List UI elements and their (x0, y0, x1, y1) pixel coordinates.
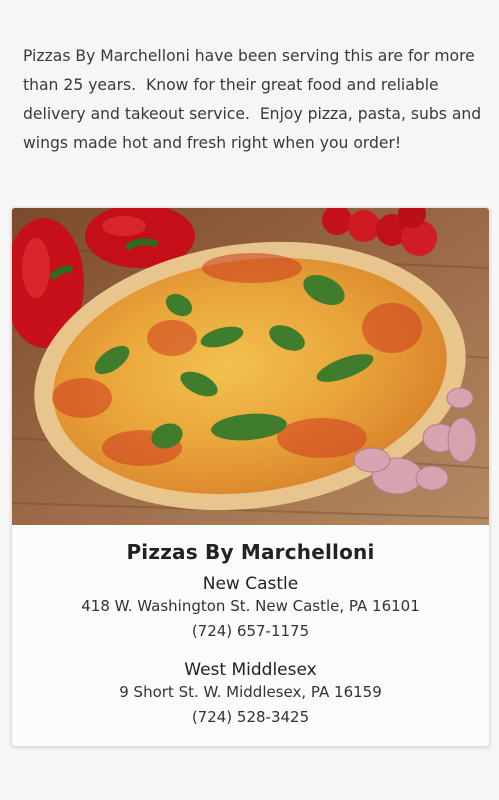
location-phone-new-castle[interactable]: (724) 657-1175 (12, 619, 489, 644)
restaurant-card: Pizzas By Marchelloni New Castle 418 W. … (11, 207, 490, 747)
restaurant-name: Pizzas By Marchelloni (126, 540, 375, 564)
location-address-new-castle: 418 W. Washington St. New Castle, PA 161… (81, 597, 420, 615)
location-name-new-castle: New Castle (202, 574, 299, 594)
location-phone-west-middlesex[interactable]: (724) 528-3425 (12, 705, 489, 730)
pizza-photo (12, 208, 489, 525)
intro-paragraph: Pizzas By Marchelloni have been serving … (23, 47, 487, 152)
location-address-west-middlesex: 9 Short St. W. Middlesex, PA 16159 (119, 683, 382, 701)
location-name-west-middlesex: West Middlesex (184, 660, 317, 680)
card-body: Pizzas By Marchelloni New Castle 418 W. … (12, 525, 489, 730)
